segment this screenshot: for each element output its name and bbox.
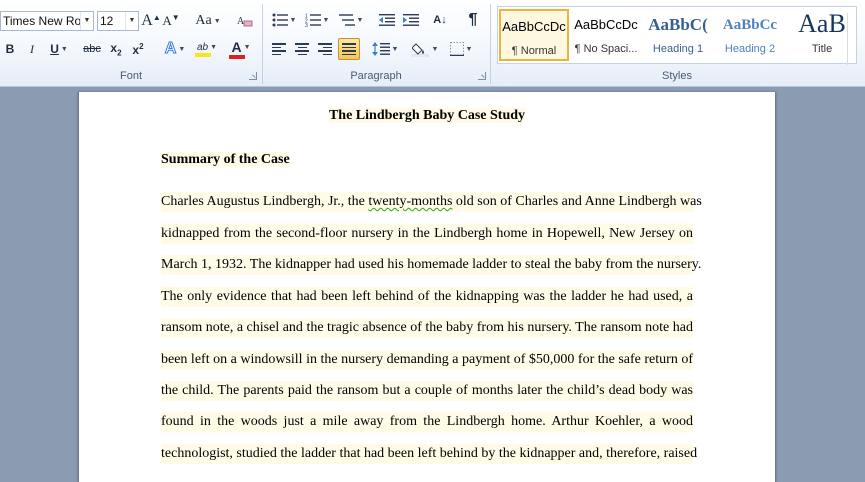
shrink-font-icon: A	[162, 13, 172, 28]
font-name-value: Times New Rom	[3, 14, 92, 28]
align-left-button[interactable]	[269, 38, 289, 60]
style-heading-1[interactable]: AaBbC( Heading 1	[643, 9, 713, 61]
body-line: ransom note, a chisel and the tragic abs…	[161, 318, 693, 338]
font-name-dropdown-icon[interactable]: ▼	[80, 12, 93, 30]
style-name: Heading 2	[724, 43, 776, 55]
paint-bucket-icon	[411, 43, 428, 57]
superscript-button[interactable]: x2	[128, 38, 148, 60]
style-heading-2[interactable]: AaBbCc Heading 2	[715, 9, 785, 61]
style-sample: AaBbCcDc	[502, 19, 566, 34]
subscript-icon: x2	[110, 40, 122, 58]
align-left-icon	[272, 43, 286, 55]
clear-formatting-button[interactable]: A	[234, 10, 256, 32]
style-name: ¶ Normal	[511, 45, 557, 57]
style-name: Heading 1	[652, 43, 704, 55]
numbering-icon: 123	[305, 14, 321, 27]
sort-icon: A↓	[433, 14, 447, 26]
font-size-value: 12	[100, 14, 114, 28]
show-formatting-marks-button[interactable]: ¶	[462, 9, 484, 31]
bold-button[interactable]: B	[2, 38, 18, 60]
paragraph-group-label: Paragraph	[350, 70, 402, 82]
multilevel-list-icon	[338, 14, 355, 26]
styles-group-label: Styles	[662, 70, 692, 82]
body-line: technologist, studied the ladder that ha…	[161, 444, 697, 464]
strikethrough-icon: abc	[83, 43, 101, 55]
bullets-icon	[272, 13, 288, 27]
change-case-icon: Aa	[195, 13, 212, 28]
text-effects-icon: A	[164, 40, 177, 58]
font-color-button[interactable]: A ▼	[226, 38, 256, 60]
font-dialog-launcher[interactable]	[249, 72, 257, 80]
body-line: March 1, 1932. The kidnapper had used hi…	[161, 255, 701, 275]
shading-button[interactable]: ▼	[410, 38, 440, 60]
align-right-button[interactable]	[315, 38, 335, 60]
underline-icon: U	[50, 42, 59, 56]
styles-scroll[interactable]	[847, 13, 856, 65]
numbering-button[interactable]: 123 ▼	[302, 9, 332, 31]
style-normal[interactable]: AaBbCcDc ¶ Normal	[499, 9, 569, 61]
document-page[interactable]: The Lindbergh Baby Case Study Summary of…	[78, 92, 776, 482]
bullets-button[interactable]: ▼	[270, 9, 298, 31]
increase-indent-button[interactable]	[400, 9, 422, 31]
line-spacing-icon	[371, 42, 390, 56]
line-spacing-button[interactable]: ▼	[370, 38, 400, 60]
font-name-box[interactable]: Times New Rom ▼	[0, 11, 94, 31]
justify-icon	[342, 43, 356, 55]
justify-button[interactable]	[338, 38, 360, 60]
align-center-button[interactable]	[292, 38, 312, 60]
body-line: been left on a windowsill in the nursery…	[161, 350, 693, 370]
style-no-spacing[interactable]: AaBbCcDc ¶ No Spaci...	[571, 9, 641, 61]
font-size-dropdown-icon[interactable]: ▼	[125, 12, 138, 30]
bold-icon: B	[5, 42, 15, 56]
align-center-icon	[295, 43, 309, 55]
pilcrow-icon: ¶	[468, 11, 478, 28]
style-sample: AaBbCcDc	[574, 17, 638, 32]
font-size-box[interactable]: 12 ▼	[97, 11, 139, 31]
font-color-icon: A	[231, 39, 242, 55]
body-line: the child. The parents paid the ransom b…	[161, 381, 693, 401]
highlight-color-bar	[195, 52, 211, 57]
style-name: ¶ No Spaci...	[574, 43, 638, 55]
italic-button[interactable]: I	[24, 38, 40, 60]
borders-icon	[449, 42, 464, 56]
section-heading: Summary of the Case	[161, 152, 290, 167]
multilevel-list-button[interactable]: ▼	[336, 9, 366, 31]
subscript-button[interactable]: x2	[106, 38, 126, 60]
separator	[490, 4, 491, 84]
paragraph-dialog-launcher[interactable]	[478, 72, 486, 80]
change-case-button[interactable]: Aa ▼	[194, 10, 222, 32]
text-effects-button[interactable]: A ▼	[160, 38, 190, 60]
svg-text:3: 3	[305, 23, 308, 27]
highlight-icon: ab	[196, 41, 209, 53]
shrink-font-button[interactable]: A ▼	[162, 10, 180, 32]
ribbon: Times New Rom ▼ 12 ▼ A ▲ A ▼ Aa ▼ A B I U ▼ …	[0, 0, 865, 87]
document-title: The Lindbergh Baby Case Study	[328, 108, 526, 123]
decrease-indent-icon	[379, 14, 395, 26]
grow-font-icon: A	[141, 12, 153, 29]
strikethrough-button[interactable]: abc	[80, 38, 104, 60]
borders-button[interactable]: ▼	[446, 38, 476, 60]
body-line: kidnapped from the second-floor nursery …	[161, 224, 693, 244]
increase-indent-icon	[403, 14, 419, 26]
body-line: found in the woods just a mile away from…	[161, 412, 693, 432]
superscript-icon: x2	[132, 41, 144, 57]
style-sample: AaBbCc	[722, 17, 778, 33]
clear-formatting-icon: A	[237, 16, 253, 27]
sort-button[interactable]: A↓	[428, 9, 452, 31]
align-right-icon	[318, 43, 332, 55]
body-line: Charles Augustus Lindbergh, Jr., the twe…	[161, 192, 702, 212]
highlight-button[interactable]: ab ▼	[192, 38, 222, 60]
font-group-label: Font	[119, 70, 142, 82]
italic-icon: I	[30, 41, 34, 56]
style-sample: AaBbC(	[648, 15, 708, 34]
body-line: The only evidence that had been left beh…	[161, 287, 693, 307]
underline-button[interactable]: U ▼	[46, 38, 72, 60]
styles-gallery: AaBbCcDc ¶ Normal AaBbCcDc ¶ No Spaci...…	[497, 6, 857, 65]
font-color-bar	[229, 55, 245, 59]
spelling-flag: twenty-months	[368, 194, 453, 209]
grow-font-button[interactable]: A ▲	[141, 10, 160, 32]
decrease-indent-button[interactable]	[376, 9, 398, 31]
